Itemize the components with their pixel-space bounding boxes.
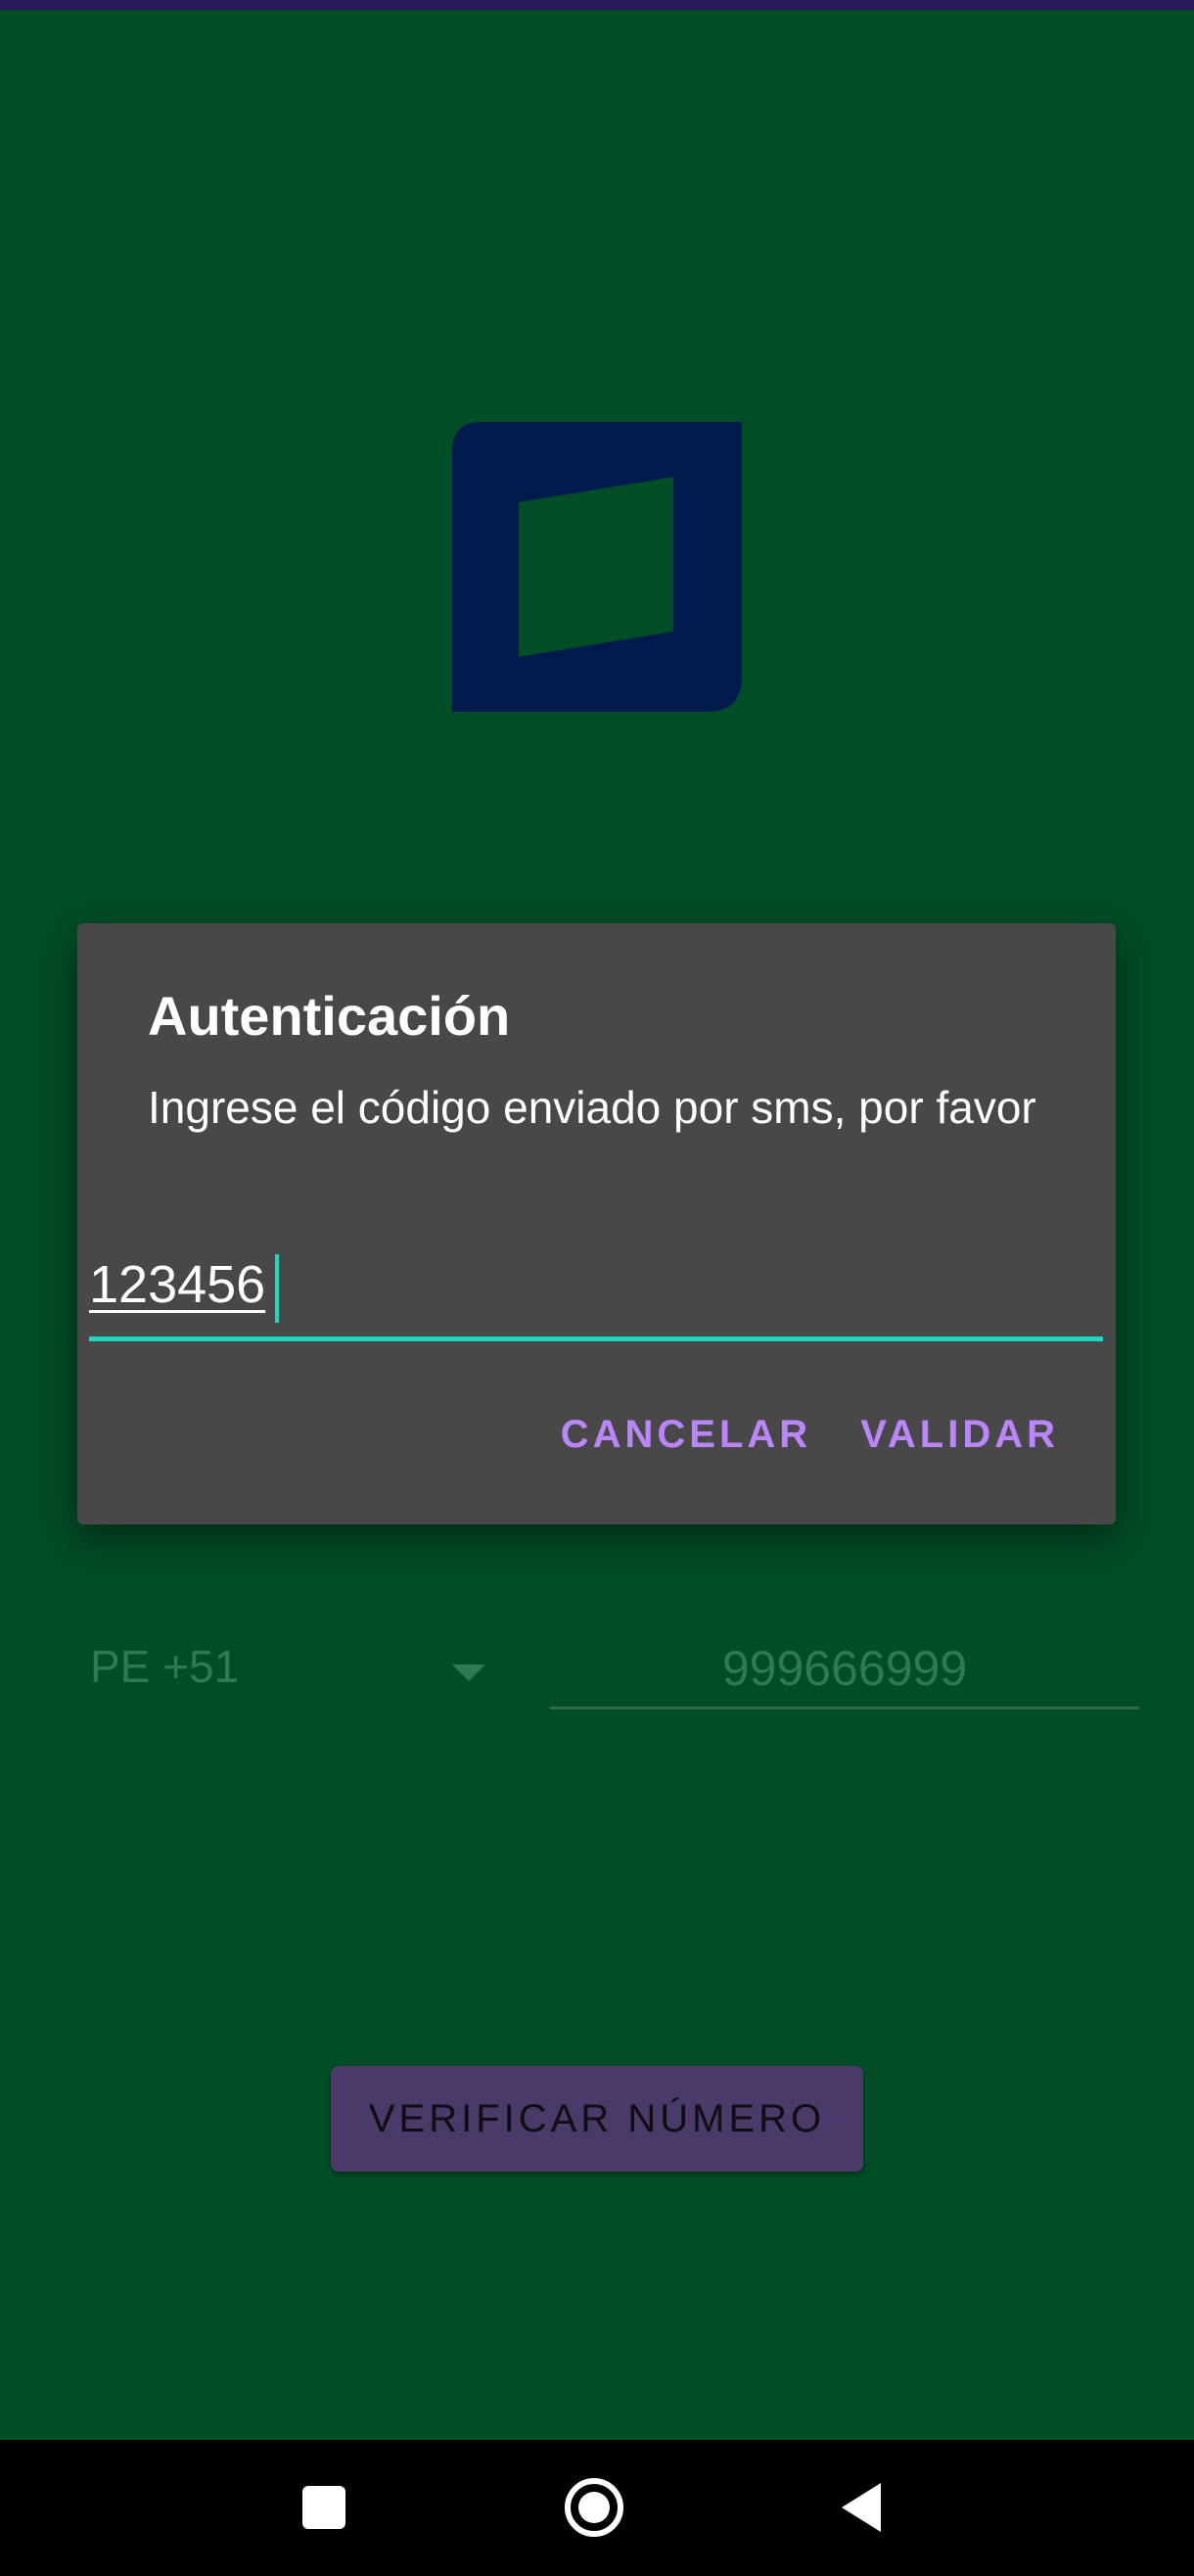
- verify-number-button[interactable]: VERIFICAR NÚMERO: [331, 2066, 863, 2172]
- sms-code-underline: [89, 1336, 1103, 1341]
- phone-number-value: 999666999: [721, 1641, 968, 1696]
- circle-icon: [565, 2478, 623, 2537]
- status-bar: [0, 0, 1194, 10]
- back-button[interactable]: [828, 2473, 896, 2542]
- sms-code-input[interactable]: 123456: [89, 1254, 1103, 1352]
- navigation-bar: [0, 2440, 1194, 2576]
- dropdown-arrow-icon: [452, 1664, 485, 1681]
- authentication-dialog: Autenticación Ingrese el código enviado …: [77, 923, 1116, 1524]
- sms-code-value: 123456: [89, 1255, 266, 1314]
- dialog-message: Ingrese el código enviado por sms, por f…: [148, 1082, 1036, 1133]
- verify-number-label: VERIFICAR NÚMERO: [368, 2096, 826, 2140]
- back-triangle-icon: [842, 2483, 881, 2532]
- country-code-value: PE +51: [90, 1641, 240, 1692]
- dialog-title: Autenticación: [148, 985, 511, 1047]
- validate-button[interactable]: VALIDAR: [860, 1413, 1059, 1457]
- text-cursor: [275, 1254, 279, 1323]
- app-logo: [452, 422, 742, 712]
- country-code-select[interactable]: PE +51: [90, 1630, 491, 1709]
- square-icon: [302, 2486, 345, 2529]
- phone-field-underline: [550, 1707, 1139, 1710]
- cancel-button[interactable]: CANCELAR: [561, 1413, 811, 1457]
- phone-number-field[interactable]: 999666999: [550, 1630, 1139, 1710]
- dialog-actions: CANCELAR VALIDAR: [561, 1413, 1059, 1457]
- recents-button[interactable]: [290, 2473, 358, 2542]
- home-button[interactable]: [560, 2473, 628, 2542]
